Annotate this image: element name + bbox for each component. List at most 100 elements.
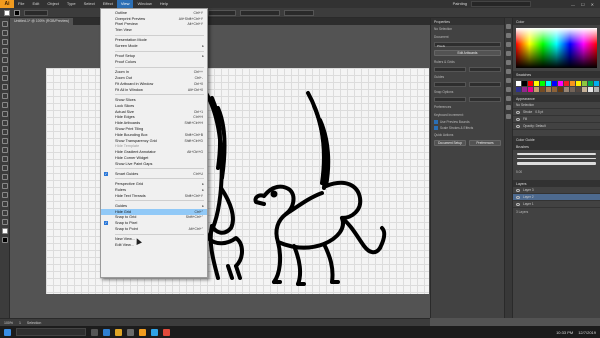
swatch[interactable] [540, 87, 545, 92]
close-icon[interactable]: ✕ [591, 2, 594, 7]
layers-panel-icon[interactable] [506, 105, 511, 110]
swatch[interactable] [582, 87, 587, 92]
minimize-icon[interactable]: — [571, 2, 575, 7]
store-icon[interactable] [127, 328, 134, 336]
swatch[interactable] [564, 81, 569, 86]
selection-tool-icon[interactable] [1, 21, 8, 27]
swatch[interactable] [594, 87, 599, 92]
swatch[interactable] [570, 81, 575, 86]
swatch[interactable] [516, 87, 521, 92]
windows-logo-icon[interactable] [4, 328, 11, 336]
snap-grid-toggle[interactable] [434, 97, 466, 102]
direct-selection-tool-icon[interactable] [1, 30, 8, 36]
taskbar-search-input[interactable] [16, 328, 86, 336]
menu-select[interactable]: Select [80, 0, 99, 8]
curvature-tool-icon[interactable] [1, 48, 8, 54]
brushes-panel-icon[interactable] [506, 42, 511, 47]
swatch[interactable] [522, 87, 527, 92]
eraser-tool-icon[interactable] [1, 102, 8, 108]
swatch[interactable] [558, 81, 563, 86]
eyedropper-tool-icon[interactable] [1, 165, 8, 171]
swatch[interactable] [570, 87, 575, 92]
swatch[interactable] [594, 81, 599, 86]
menu-item-trim-view[interactable]: Trim View [101, 27, 207, 33]
width-tool-icon[interactable] [1, 129, 8, 135]
zoom-level[interactable]: 100% [4, 321, 13, 325]
menu-item-smart-guides[interactable]: ✓ Smart Guides Ctrl+U [101, 171, 207, 177]
swatch[interactable] [516, 81, 521, 86]
line-tool-icon[interactable] [1, 66, 8, 72]
brush-stroke[interactable] [517, 153, 596, 155]
preferences-button[interactable]: Preferences [469, 140, 501, 146]
snap-point-toggle[interactable] [469, 97, 501, 102]
eye-icon[interactable] [516, 195, 520, 199]
symbols-panel-icon[interactable] [506, 51, 511, 56]
brushes-panel-title[interactable]: Brushes [513, 143, 600, 150]
menu-effect[interactable]: Effect [99, 0, 117, 8]
artboard-tool-icon[interactable] [1, 201, 8, 207]
document-tab[interactable]: Untitled-1* @ 100% (RGB/Preview) [10, 18, 74, 25]
symbol-sprayer-tool-icon[interactable] [1, 183, 8, 189]
swatch[interactable] [534, 81, 539, 86]
menu-help[interactable]: Help [156, 0, 172, 8]
document-setup-button[interactable]: Document Setup [434, 140, 466, 146]
artboards-panel-icon[interactable] [506, 114, 511, 119]
maximize-icon[interactable]: ☐ [581, 2, 585, 7]
units-select[interactable]: Pixels [434, 42, 501, 48]
swatch[interactable] [552, 87, 557, 92]
swatch[interactable] [546, 87, 551, 92]
color-spectrum[interactable] [516, 28, 597, 68]
appearance-panel-icon[interactable] [506, 87, 511, 92]
eye-icon[interactable] [516, 117, 520, 121]
scale-tool-icon[interactable] [1, 120, 8, 126]
properties-panel-title[interactable]: Properties [431, 18, 504, 25]
menu-item-proof-colors[interactable]: Proof Colors [101, 59, 207, 65]
stroke-panel-icon[interactable] [506, 60, 511, 65]
menu-item-hide-text-threads[interactable]: Hide Text Threads Shift+Ctrl+Y [101, 193, 207, 199]
swatch[interactable] [564, 87, 569, 92]
preferences-field[interactable] [284, 9, 314, 16]
fill-color-icon[interactable] [1, 228, 8, 234]
menu-edit[interactable]: Edit [28, 0, 43, 8]
style-field[interactable] [208, 9, 236, 16]
stroke-color-icon[interactable] [1, 237, 8, 243]
brush-stroke[interactable] [517, 162, 596, 165]
stroke-weight-value[interactable]: 0.5 pt [535, 110, 543, 114]
file-explorer-icon[interactable] [115, 328, 122, 336]
grid-toggle[interactable] [469, 67, 501, 72]
menu-view[interactable]: View [116, 0, 134, 8]
workspace-switcher[interactable]: Painting [449, 0, 471, 8]
stroke-swatch[interactable] [14, 9, 20, 16]
menu-item-edit-view[interactable]: Edit View... [101, 242, 207, 248]
rotate-tool-icon[interactable] [1, 111, 8, 117]
brush-size-value[interactable]: 5.00 [513, 168, 600, 176]
menu-item-screen-mode[interactable]: Screen Mode ▸ [101, 43, 207, 49]
guides-lock-toggle[interactable] [469, 82, 501, 87]
edit-artboards-button[interactable]: Edit Artboards [434, 50, 501, 56]
fill-swatch[interactable] [4, 9, 10, 16]
appearance-panel-title[interactable]: Appearance [513, 95, 600, 102]
zoom-tool-icon[interactable] [1, 219, 8, 225]
menu-window[interactable]: Window [133, 0, 155, 8]
eye-icon[interactable] [516, 124, 520, 128]
layer-name[interactable]: Layer 3 [523, 188, 534, 192]
gradient-panel-icon[interactable] [506, 69, 511, 74]
rectangle-tool-icon[interactable] [1, 75, 8, 81]
blend-tool-icon[interactable] [1, 174, 8, 180]
swatch[interactable] [528, 87, 533, 92]
pen-tool-icon[interactable] [1, 39, 8, 45]
paintbrush-tool-icon[interactable] [1, 84, 8, 90]
menu-object[interactable]: Object [43, 0, 63, 8]
type-tool-icon[interactable] [1, 57, 8, 63]
swatch[interactable] [534, 87, 539, 92]
layer-name[interactable]: Layer 1 [523, 202, 534, 206]
edge-icon[interactable] [103, 328, 110, 336]
graph-tool-icon[interactable] [1, 192, 8, 198]
gradient-tool-icon[interactable] [1, 156, 8, 162]
swatch[interactable] [582, 81, 587, 86]
brush-stroke[interactable] [517, 158, 596, 159]
swatch[interactable] [546, 81, 551, 86]
swatch[interactable] [552, 81, 557, 86]
photoshop-taskbar-icon[interactable] [151, 328, 158, 336]
stroke-weight-field[interactable] [24, 9, 48, 16]
